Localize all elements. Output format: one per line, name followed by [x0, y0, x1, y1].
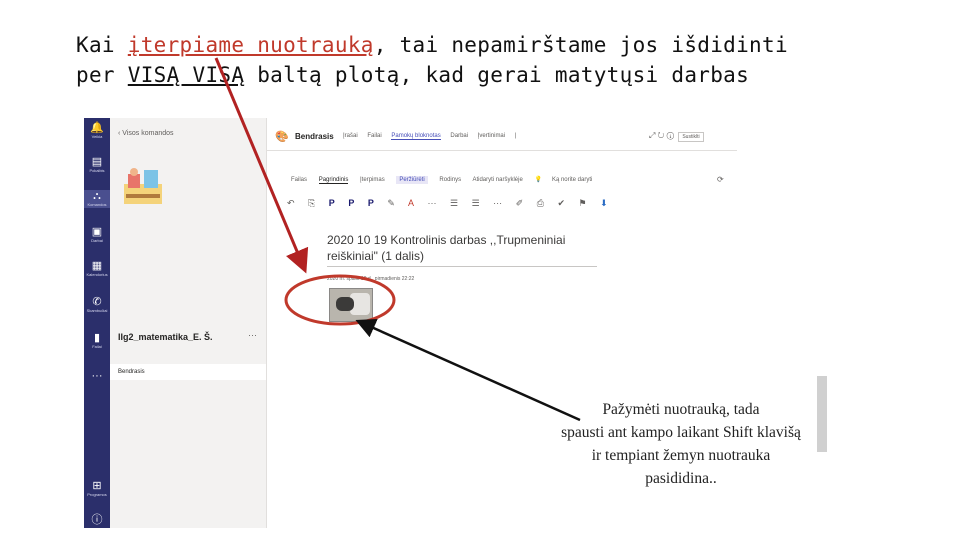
note-line-4: pasididina.. [645, 470, 717, 487]
black-arrow [355, 318, 581, 422]
note-scrollbar [817, 376, 827, 452]
instruction-note: Pažymėti nuotrauką, tada spausti ant kam… [550, 398, 812, 490]
annotation-overlay [214, 57, 581, 422]
note-line-3: ir tempiant žemyn nuotrauka [591, 447, 771, 464]
note-line-1: Pažymėti nuotrauką, tada [602, 401, 760, 418]
red-arrow [214, 57, 309, 274]
red-highlight-ellipse [284, 274, 396, 326]
note-line-2: spausti ant kampo laikant Shift klavišą [561, 424, 801, 441]
